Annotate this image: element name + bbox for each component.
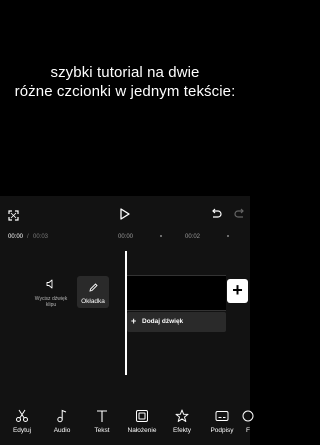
tool-effects[interactable]: Efekty [162,409,202,434]
tool-label: Efekty [172,427,192,434]
cover-label: Okładka [81,298,105,305]
captions-icon [215,411,229,421]
tool-label: Nałożenie [127,427,157,434]
tool-label: Tekst [94,427,110,434]
tool-audio[interactable]: Audio [42,409,82,434]
fullscreen-icon[interactable] [8,208,19,226]
ruler-dot [227,235,229,237]
cover-button[interactable]: Okładka [77,276,109,308]
tool-text[interactable]: Tekst [82,409,122,434]
plus-icon: + [131,316,137,326]
time-separator: / [27,234,29,240]
tool-label: Edytuj [12,427,32,434]
music-note-icon [57,409,67,423]
filter-icon [242,410,254,422]
preview-caption-line-2: różne czcionki w jednym tekście: [14,83,236,100]
undo-icon[interactable] [210,207,222,225]
video-preview[interactable]: szybki tutorial na dwie różne czcionki w… [0,0,250,196]
playhead[interactable] [125,251,127,375]
bottom-toolbar: Edytuj Audio Tekst Nałożenie Efekty Podp… [0,409,254,445]
tool-edit[interactable]: Edytuj [2,409,42,434]
tool-overlay[interactable]: Nałożenie [122,409,162,434]
pencil-icon [88,283,98,292]
ruler-tick-label: 00:00 [118,234,134,240]
mute-clip-audio-label: Wycisz dźwięk klipu [34,296,68,308]
current-time: 00:00 [8,234,24,240]
scissors-icon [16,409,28,422]
total-duration: 00:03 [33,234,49,240]
video-clip[interactable] [126,275,226,311]
speaker-icon [46,279,53,289]
plus-icon: + [232,280,243,300]
redo-icon[interactable] [234,207,246,225]
text-icon [97,410,107,422]
add-audio-button[interactable]: + Dodaj dźwięk [127,312,226,332]
play-icon[interactable] [119,207,130,225]
overlay-icon [136,410,148,422]
mute-clip-audio-button[interactable]: Wycisz dźwięk klipu [33,276,69,308]
preview-caption-line-1: szybki tutorial na dwie [50,64,200,81]
tool-filters[interactable]: F [238,409,258,434]
tool-captions[interactable]: Podpisy [202,409,242,434]
add-clip-button[interactable]: + [227,279,248,303]
ruler-dot [160,235,162,237]
add-audio-label: Dodaj dźwięk [142,318,184,325]
tool-label: F [246,427,250,434]
tool-label: Audio [53,427,71,434]
ruler-tick-label: 00:02 [185,234,201,240]
tool-label: Podpisy [210,427,234,434]
effects-icon [175,409,189,422]
